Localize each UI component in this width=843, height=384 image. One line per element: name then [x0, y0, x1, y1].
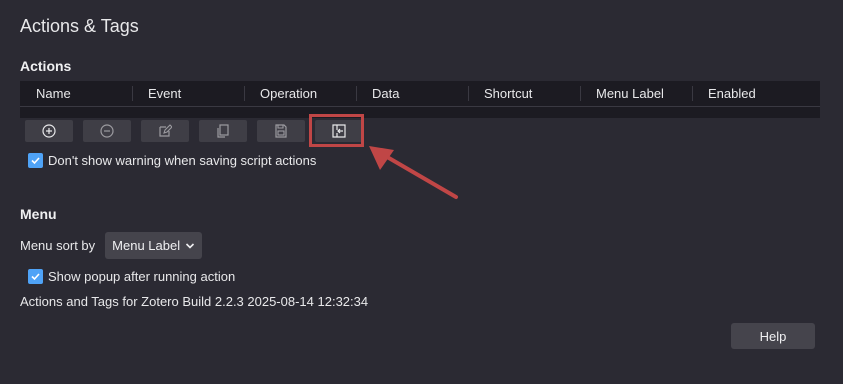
import-button-highlight	[309, 114, 364, 147]
menu-sort-label: Menu sort by	[20, 238, 96, 253]
chevron-down-icon	[186, 242, 195, 249]
column-header-menu-label[interactable]: Menu Label	[580, 81, 692, 106]
warning-checkbox[interactable]	[28, 153, 43, 168]
warning-checkbox-row[interactable]: Don't show warning when saving script ac…	[28, 153, 316, 168]
popup-checkbox-label: Show popup after running action	[48, 269, 236, 284]
menu-section-title: Menu	[20, 206, 57, 222]
help-button[interactable]: Help	[731, 323, 815, 349]
popup-checkbox[interactable]	[28, 269, 43, 284]
save-icon	[275, 124, 287, 138]
remove-circle-icon	[100, 124, 114, 138]
column-header-enabled[interactable]: Enabled	[692, 81, 804, 106]
checkmark-icon	[31, 273, 40, 281]
edit-icon	[159, 124, 172, 137]
duplicate-icon	[217, 124, 229, 138]
actions-table-body[interactable]	[20, 106, 820, 118]
actions-section-title: Actions	[20, 58, 72, 74]
add-action-button[interactable]	[25, 120, 73, 142]
page-title: Actions & Tags	[20, 16, 139, 36]
menu-sort-value: Menu Label	[112, 238, 181, 253]
save-action-button[interactable]	[257, 120, 305, 142]
build-info: Actions and Tags for Zotero Build 2.2.3 …	[20, 294, 369, 309]
column-header-shortcut[interactable]: Shortcut	[468, 81, 580, 106]
menu-sort-row: Menu sort by Menu Label	[20, 232, 203, 259]
callout-arrow	[369, 146, 458, 199]
warning-checkbox-label: Don't show warning when saving script ac…	[48, 153, 317, 168]
add-circle-icon	[42, 124, 56, 138]
popup-checkbox-row[interactable]: Show popup after running action	[28, 269, 235, 284]
column-header-operation[interactable]: Operation	[244, 81, 356, 106]
duplicate-action-button[interactable]	[199, 120, 247, 142]
menu-sort-select[interactable]: Menu Label	[105, 232, 203, 259]
remove-action-button[interactable]	[83, 120, 131, 142]
actions-table-header: Name Event Operation Data Shortcut Menu …	[20, 81, 820, 106]
checkmark-icon	[31, 157, 40, 165]
column-header-data[interactable]: Data	[356, 81, 468, 106]
edit-action-button[interactable]	[141, 120, 189, 142]
column-header-event[interactable]: Event	[132, 81, 244, 106]
column-header-name[interactable]: Name	[20, 81, 132, 106]
